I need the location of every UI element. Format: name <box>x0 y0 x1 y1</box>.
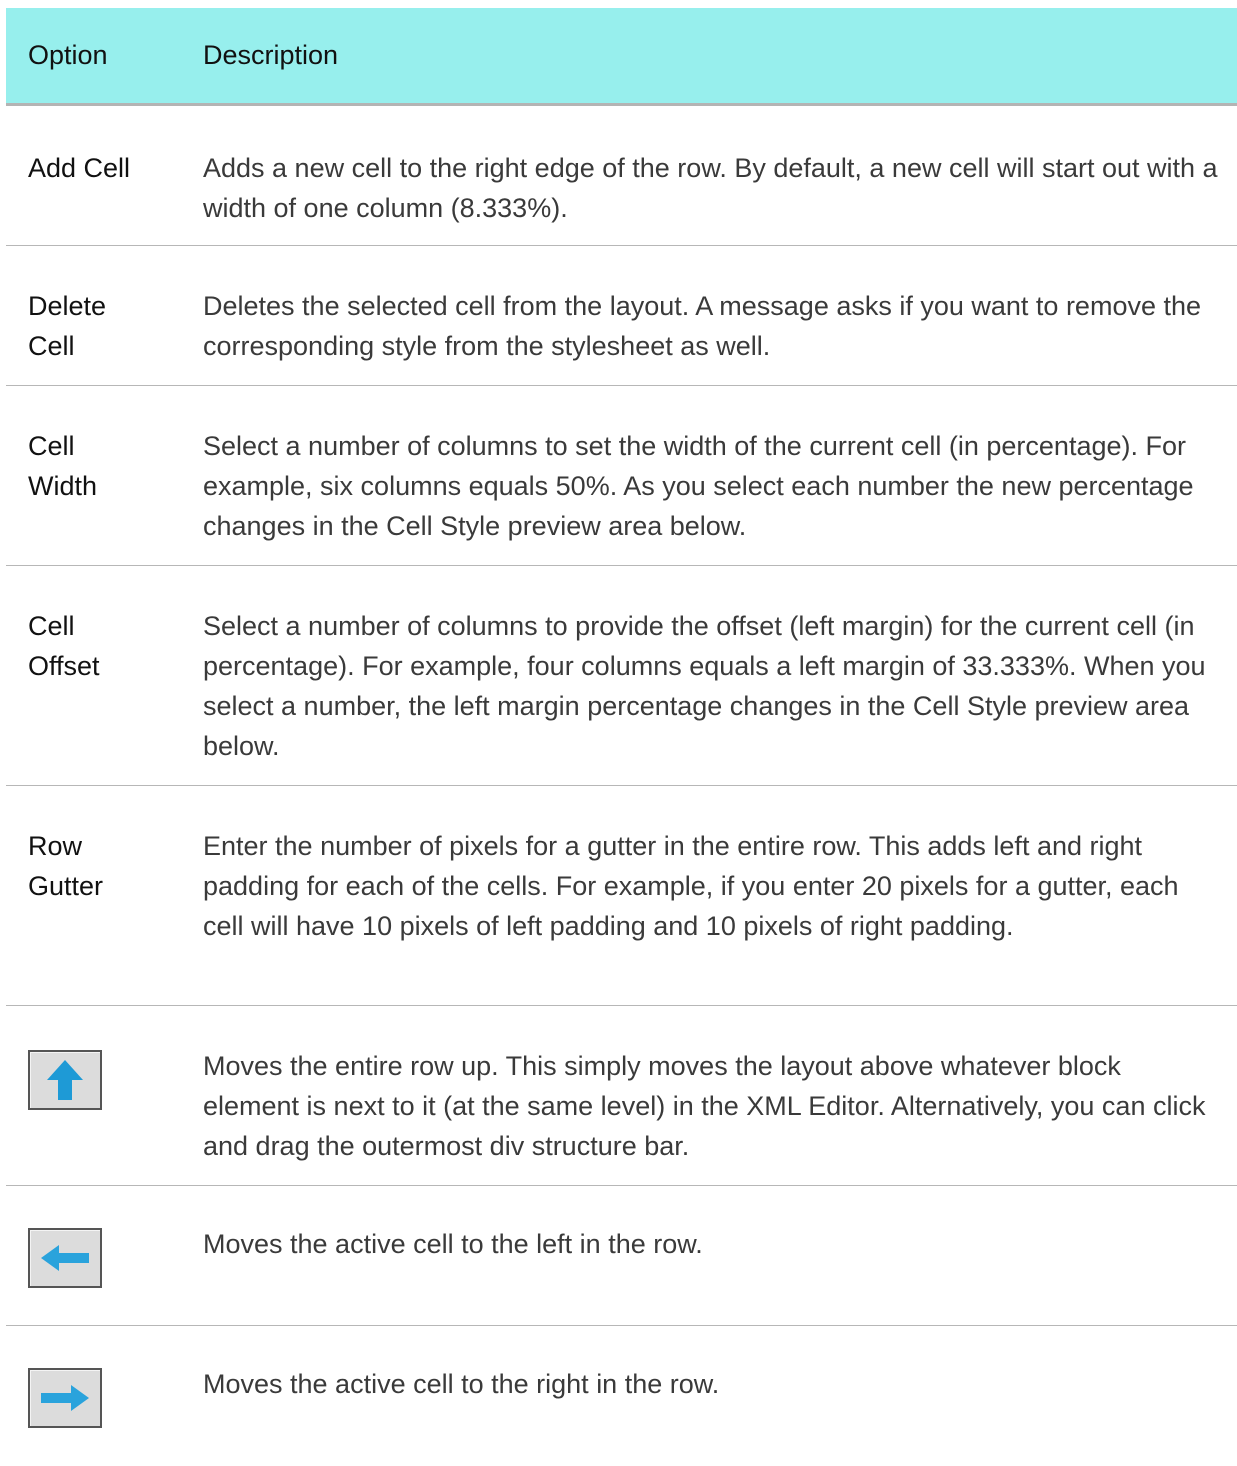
arrow-right-button[interactable] <box>28 1368 102 1428</box>
option-cell-width: Cell Width <box>28 431 98 501</box>
arrow-left-button[interactable] <box>28 1228 102 1288</box>
description-add-cell: Adds a new cell to the right edge of the… <box>203 153 1218 223</box>
description-cell-width: Select a number of columns to set the wi… <box>203 431 1194 541</box>
option-move-right <box>6 1364 203 1466</box>
description-move-left: Moves the active cell to the left in the… <box>203 1229 703 1259</box>
description-move-up: Moves the entire row up. This simply mov… <box>203 1051 1206 1161</box>
table-row: Moves the entire row up. This simply mov… <box>6 1006 1237 1186</box>
description-row-gutter: Enter the number of pixels for a gutter … <box>203 831 1179 941</box>
option-move-up <box>6 1046 203 1185</box>
description-move-right: Moves the active cell to the right in th… <box>203 1369 720 1399</box>
option-cell-offset: Cell Offset <box>28 611 100 681</box>
option-add-cell: Add Cell <box>28 153 131 183</box>
option-delete-cell: Delete Cell <box>28 291 107 361</box>
table-row: Moves the active cell to the right in th… <box>6 1326 1237 1466</box>
table-row: Cell Offset Select a number of columns t… <box>6 566 1237 786</box>
header-option: Option <box>28 40 108 70</box>
table-row: Delete Cell Deletes the selected cell fr… <box>6 246 1237 386</box>
options-table: Option Description Add Cell Adds a new c… <box>6 8 1237 1466</box>
table-row: Moves the active cell to the left in the… <box>6 1186 1237 1326</box>
arrow-up-button[interactable] <box>28 1050 102 1110</box>
header-description: Description <box>203 40 339 70</box>
description-cell-offset: Select a number of columns to provide th… <box>203 611 1206 761</box>
table-row: Row Gutter Enter the number of pixels fo… <box>6 786 1237 1006</box>
option-row-gutter: Row Gutter <box>28 831 104 901</box>
arrow-left-icon <box>41 1245 89 1271</box>
arrow-up-icon <box>47 1060 83 1100</box>
table-row: Add Cell Adds a new cell to the right ed… <box>6 106 1237 246</box>
table-header: Option Description <box>6 8 1237 106</box>
description-delete-cell: Deletes the selected cell from the layou… <box>203 291 1202 361</box>
option-move-left <box>6 1224 203 1325</box>
table-row: Cell Width Select a number of columns to… <box>6 386 1237 566</box>
arrow-right-icon <box>41 1385 89 1411</box>
